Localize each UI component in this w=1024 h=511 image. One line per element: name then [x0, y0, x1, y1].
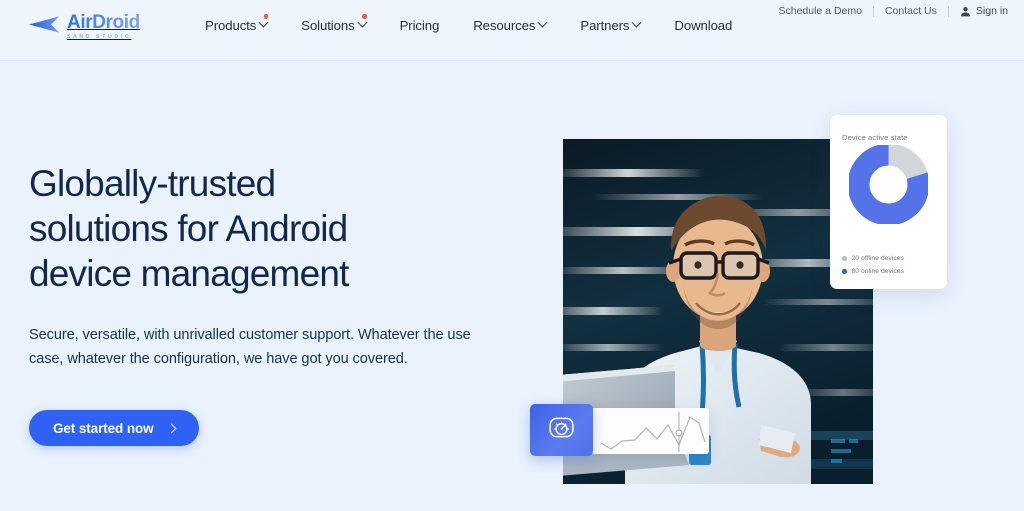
sparkline-path [600, 416, 706, 450]
hero-copy: Globally-trusted solutions for Android d… [29, 161, 499, 446]
headline-line-1: Globally-trusted [29, 163, 276, 204]
device-active-state-card: Device active state 20 offline devices 8… [830, 115, 947, 289]
user-icon [960, 6, 971, 17]
nav-badge-dot [362, 14, 367, 19]
legend-dot-offline-icon [842, 256, 847, 261]
hero-visual: Device active state 20 offline devices 8… [500, 61, 1024, 511]
nav-item-resources[interactable]: Resources [456, 17, 563, 33]
donut-legend: 20 offline devices 80 online devices [842, 255, 904, 275]
nav-item-partners[interactable]: Partners [563, 17, 657, 33]
hero-subheading: Secure, versatile, with unrivalled custo… [29, 327, 471, 367]
main-navigation: Products Solutions Pricing Resources Par… [188, 14, 749, 33]
sign-in-label: Sign in [975, 5, 1008, 17]
nav-badge-dot [263, 14, 269, 19]
legend-item-offline: 20 offline devices [842, 255, 904, 262]
nav-item-products[interactable]: Products [188, 14, 284, 33]
activity-sparkline-card [591, 408, 709, 454]
nav-item-label: Resources [473, 18, 536, 33]
chevron-down-icon [357, 17, 368, 28]
card-title: Device active state [842, 133, 908, 142]
site-logo[interactable]: AirDroid Sand Studio [29, 13, 169, 47]
airdroid-arrow-logo-icon [29, 16, 65, 38]
page-title: Globally-trusted solutions for Android d… [29, 161, 499, 296]
chevron-down-icon [258, 17, 269, 28]
nav-item-label: Partners [580, 18, 630, 33]
sign-in-button[interactable]: Sign in [949, 5, 1008, 17]
chevron-down-icon [537, 17, 548, 28]
legend-dot-online-icon [842, 269, 847, 274]
site-header: Schedule a Demo Contact Us Sign in AirDr… [0, 0, 1024, 61]
logo-tagline: Sand Studio [67, 34, 132, 40]
donut-segment-offline [849, 145, 928, 224]
get-started-label: Get started now [53, 420, 154, 436]
hero-widget-row [530, 404, 709, 456]
headline-line-3: device management [29, 253, 349, 294]
legend-label-offline: 20 offline devices [851, 255, 904, 262]
nav-item-label: Solutions [301, 18, 355, 33]
nav-item-download[interactable]: Download [657, 18, 749, 33]
nav-item-label: Pricing [399, 18, 440, 33]
chevron-right-icon [166, 423, 176, 433]
chevron-down-icon [631, 17, 642, 28]
headline-line-2: solutions for Android [29, 208, 348, 249]
nav-item-solutions[interactable]: Solutions [284, 14, 382, 33]
performance-gauge-tile [530, 404, 593, 456]
utility-link-schedule-demo[interactable]: Schedule a Demo [767, 0, 872, 22]
nav-item-label: Download [674, 18, 733, 33]
nav-item-label: Products [205, 18, 257, 33]
utility-link-contact-us[interactable]: Contact Us [874, 0, 948, 22]
hero-section: Globally-trusted solutions for Android d… [0, 61, 1024, 511]
get-started-button[interactable]: Get started now [29, 410, 199, 446]
nav-item-pricing[interactable]: Pricing [383, 18, 457, 33]
speedometer-icon [548, 414, 575, 446]
activity-sparkline-chart [600, 412, 706, 452]
legend-label-online: 80 online devices [851, 268, 905, 275]
logo-brand-name: AirDroid [67, 12, 140, 33]
utility-nav: Schedule a Demo Contact Us Sign in [767, 0, 1008, 22]
legend-item-online: 80 online devices [842, 268, 904, 275]
device-state-donut-chart [849, 145, 928, 224]
sparkline-marker-point [675, 429, 683, 437]
